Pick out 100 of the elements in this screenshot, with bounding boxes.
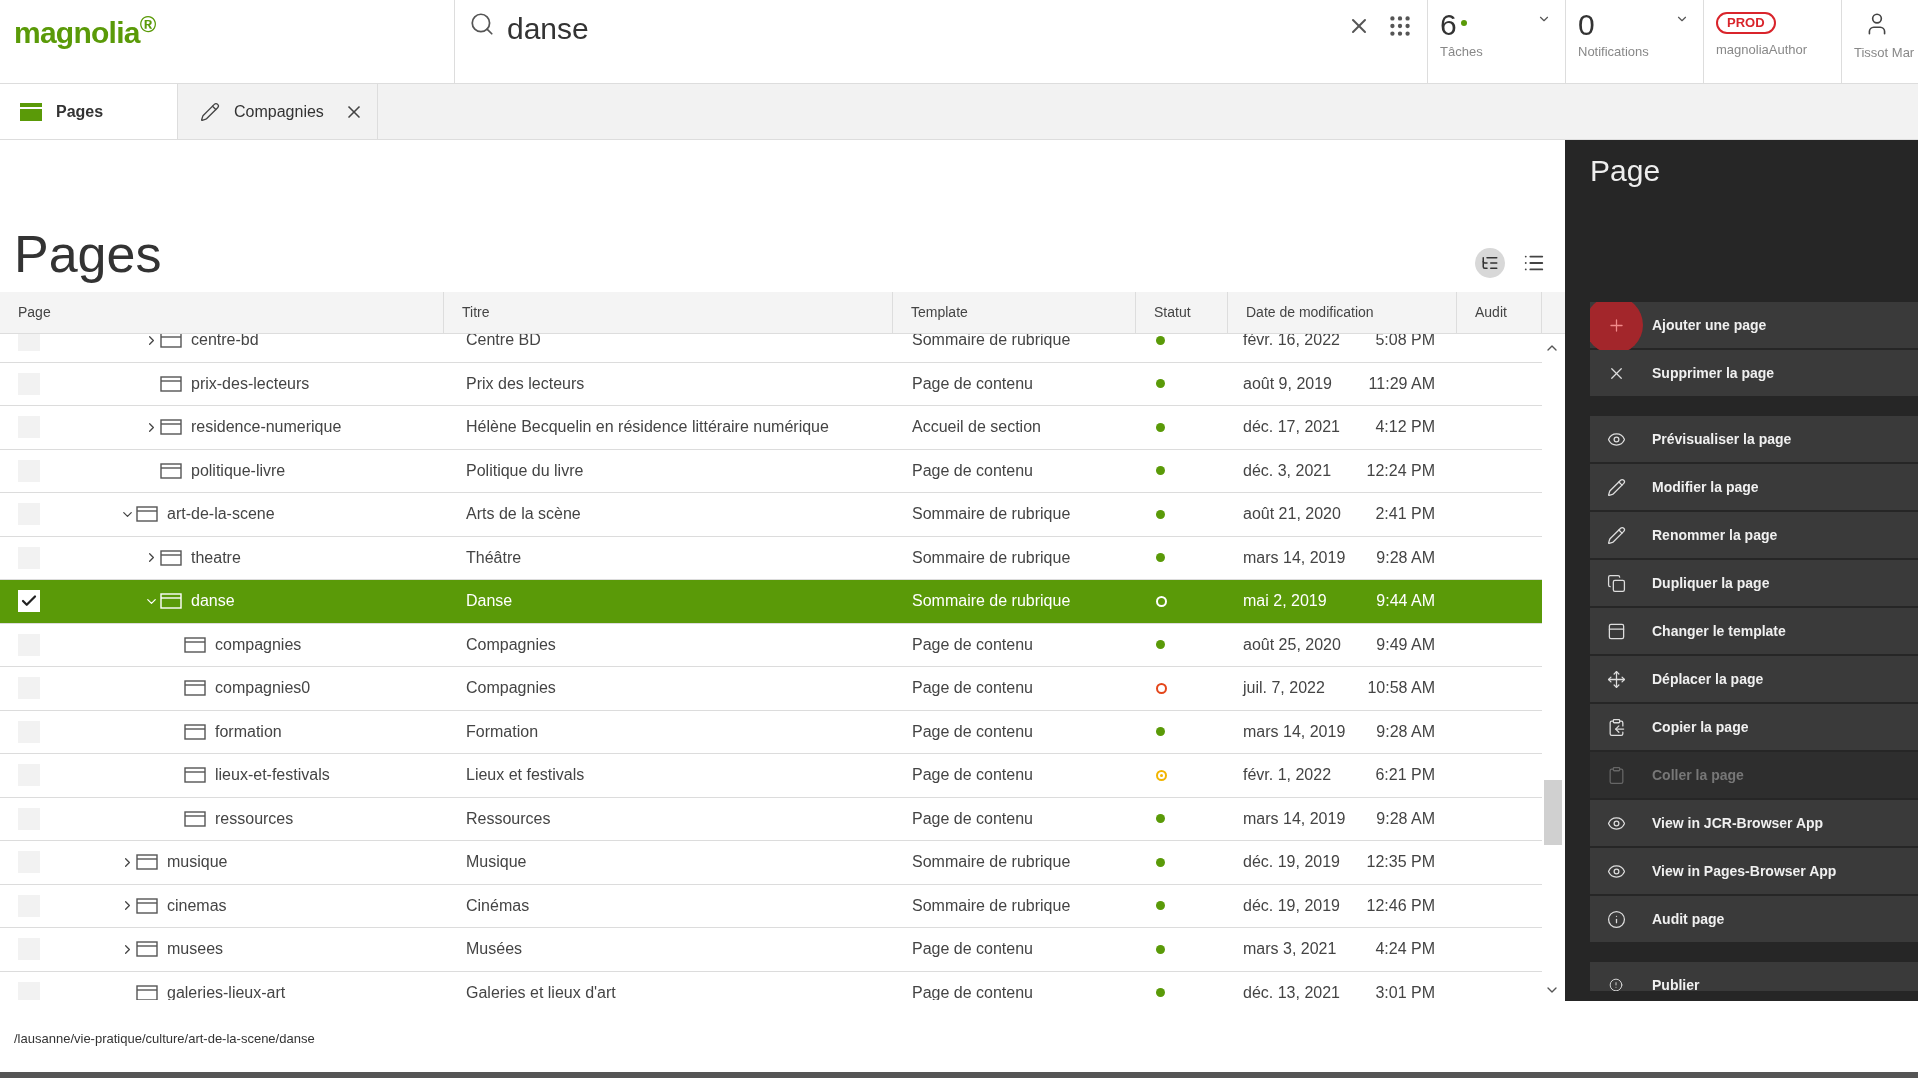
page-title: Centre BD: [465, 334, 542, 351]
tasks-indicator[interactable]: 6 Tâches: [1428, 0, 1566, 83]
tasks-count: 6: [1440, 8, 1457, 42]
modification-date: juil. 7, 2022: [1243, 678, 1325, 699]
page-icon: [136, 506, 158, 523]
page-icon: [184, 810, 206, 827]
page-icon: [184, 767, 206, 784]
search-icon: [469, 11, 495, 37]
page-name: compagnies0: [215, 678, 311, 699]
page-path: /lausanne/vie-pratique/culture/art-de-la-scene/danse: [14, 1030, 315, 1049]
action-item[interactable]: Ajouter une page: [1590, 302, 1918, 348]
scrollbar-thumb[interactable]: [1544, 780, 1562, 845]
tree-icon: [1481, 254, 1499, 272]
action-item[interactable]: Prévisualiser la page: [1590, 416, 1918, 462]
search-field[interactable]: danse: [507, 6, 1347, 51]
page-name: formation: [215, 721, 282, 742]
modification-date: août 21, 2020: [1243, 504, 1341, 525]
page-icon: [136, 854, 158, 871]
template-name: Page de contenu: [911, 373, 1034, 394]
page-icon: [160, 375, 182, 392]
page-title: Ressources: [465, 808, 552, 829]
row-checkbox[interactable]: [18, 590, 40, 613]
notifications-indicator[interactable]: 0 Notifications: [1566, 0, 1704, 83]
modification-date: déc. 17, 2021: [1243, 417, 1340, 438]
modification-date: mars 14, 2019: [1243, 721, 1346, 742]
template-name: Sommaire de rubrique: [911, 547, 1072, 568]
pencil-icon: [1606, 525, 1626, 545]
column-header[interactable]: Template: [893, 292, 1136, 333]
modification-date: août 25, 2020: [1243, 634, 1341, 655]
page-name: lieux-et-festivals: [215, 765, 330, 786]
action-item[interactable]: Copier la page: [1590, 704, 1918, 750]
layout-icon: [1606, 621, 1626, 641]
template-name: Sommaire de rubrique: [911, 504, 1072, 525]
column-header[interactable]: Audit: [1457, 292, 1542, 333]
action-item[interactable]: Renommer la page: [1590, 512, 1918, 558]
modification-time: 9:28 AM: [1376, 547, 1435, 568]
page-icon: [160, 549, 182, 566]
action-item[interactable]: Modifier la page: [1590, 464, 1918, 510]
apps-grid-icon[interactable]: [1387, 13, 1413, 39]
action-item[interactable]: View in Pages-Browser App: [1590, 848, 1918, 894]
pencil-icon: [1606, 477, 1626, 497]
modification-date: déc. 19, 2019: [1243, 852, 1340, 873]
column-header[interactable]: Titre: [444, 292, 893, 333]
page-icon: [160, 334, 182, 349]
template-name: Sommaire de rubrique: [911, 591, 1072, 612]
modification-date: déc. 19, 2019: [1243, 895, 1340, 916]
modification-date: févr. 1, 2022: [1243, 765, 1332, 786]
column-header[interactable]: Page: [0, 292, 444, 333]
modification-time: 9:44 AM: [1376, 591, 1435, 612]
page-name: musique: [167, 852, 228, 873]
template-name: Page de contenu: [911, 678, 1034, 699]
action-item[interactable]: View in JCR-Browser App: [1590, 800, 1918, 846]
environment-badge: PROD: [1716, 12, 1776, 34]
page-title: Compagnies: [465, 634, 557, 655]
notifications-count: 0: [1578, 8, 1595, 42]
page-name: art-de-la-scene: [167, 504, 275, 525]
info-icon: [1606, 909, 1626, 929]
table-row[interactable]: centre-bd Centre BD Sommaire de rubrique févr. 16, 2022 5:08 PM: [0, 334, 1542, 363]
modification-date: mars 14, 2019: [1243, 808, 1346, 829]
modification-time: 6:21 PM: [1375, 765, 1435, 786]
move-icon: [1606, 669, 1626, 689]
page-icon: [184, 680, 206, 697]
modification-date: déc. 3, 2021: [1243, 460, 1332, 481]
modification-time: 10:58 AM: [1367, 678, 1435, 699]
action-item[interactable]: Audit page: [1590, 896, 1918, 942]
page-title: Théâtre: [465, 547, 523, 568]
action-item[interactable]: Supprimer la page: [1590, 350, 1918, 396]
modification-date: août 9, 2019: [1243, 373, 1332, 394]
page-icon: [136, 897, 158, 914]
user-role: magnoliaAuthor: [1716, 41, 1808, 59]
column-header[interactable]: Date de modification: [1228, 292, 1457, 333]
page-title: Galeries et lieux d'art: [465, 982, 617, 1000]
page-name: prix-des-lecteurs: [191, 373, 310, 394]
template-name: Sommaire de rubrique: [911, 895, 1072, 916]
page-title: Danse: [465, 591, 514, 612]
page-icon: [184, 636, 206, 653]
page-title: Arts de la scène: [465, 504, 582, 525]
column-header[interactable]: Statut: [1136, 292, 1228, 333]
pencil-icon: [200, 101, 220, 122]
action-item[interactable]: Déplacer la page: [1590, 656, 1918, 702]
tree-view-toggle[interactable]: [1475, 248, 1505, 278]
modification-time: 4:24 PM: [1375, 939, 1435, 960]
app-tab[interactable]: Pages: [0, 84, 178, 139]
page-title: Compagnies: [465, 678, 557, 699]
action-item[interactable]: Publier: [1590, 962, 1918, 991]
modification-time: 12:46 PM: [1366, 895, 1435, 916]
action-item[interactable]: Changer le template: [1590, 608, 1918, 654]
logo[interactable]: magnolia$^{®}$: [14, 16, 156, 49]
page-title: Prix des lecteurs: [465, 373, 586, 394]
page-icon: [160, 593, 182, 610]
page-name: compagnies: [215, 634, 302, 655]
template-name: Page de contenu: [911, 721, 1034, 742]
modification-time: 11:29 AM: [1368, 373, 1435, 394]
modification-time: 12:35 PM: [1366, 852, 1435, 873]
template-name: Sommaire de rubrique: [911, 852, 1072, 873]
user-name[interactable]: Tissot Mar: [1854, 43, 1915, 63]
modification-time: 4:12 PM: [1375, 417, 1435, 438]
row-checkbox[interactable]: [18, 334, 40, 352]
page-name: theatre: [191, 547, 241, 568]
action-item[interactable]: Dupliquer la page: [1590, 560, 1918, 606]
